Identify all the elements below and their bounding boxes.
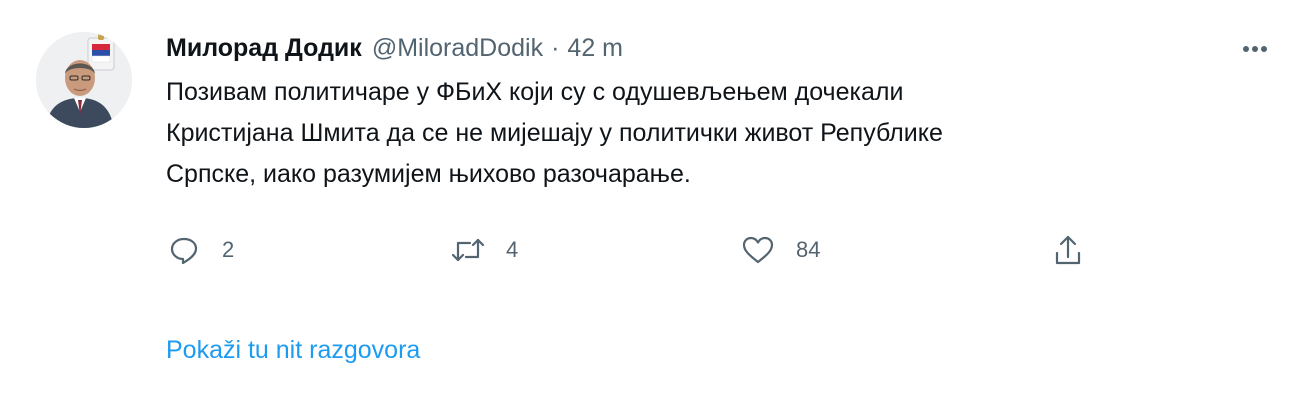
more-icon [1243, 46, 1267, 52]
avatar[interactable] [36, 32, 132, 128]
like-count: 84 [796, 237, 821, 262]
tweet-actions: 2 4 84 [160, 230, 1160, 270]
user-handle[interactable]: @MiloradDodik [372, 34, 543, 63]
retweet-button[interactable]: 4 [450, 230, 518, 270]
like-button[interactable]: 84 [740, 230, 820, 270]
more-options-button[interactable] [1238, 32, 1272, 66]
tweet-text-line: Позивам политичаре у ФБиХ који су с одуш… [166, 78, 904, 106]
tweet-timestamp[interactable]: 42 m [567, 34, 623, 63]
reply-button[interactable]: 2 [166, 230, 234, 270]
retweet-count: 4 [506, 237, 519, 262]
tweet-text-line: Српске, иако разумијем њихово разочарање… [166, 160, 691, 188]
separator-dot: · [551, 33, 560, 62]
retweet-icon [450, 232, 486, 268]
reply-icon [166, 232, 202, 268]
share-icon [1050, 232, 1086, 268]
show-thread-link[interactable]: Pokaži tu nit razgovora [166, 336, 420, 365]
reply-count: 2 [222, 237, 235, 262]
heart-icon [740, 232, 776, 268]
tweet-header: Милорад Додик @MiloradDodik · 42 m [166, 32, 623, 64]
share-button[interactable] [1050, 230, 1086, 270]
avatar-image [36, 32, 132, 128]
display-name[interactable]: Милорад Додик [166, 34, 362, 63]
tweet-text: Позивам политичаре у ФБиХ који су с одуш… [166, 72, 1246, 195]
tweet: Милорад Додик @MiloradDodik · 42 m Позив… [0, 0, 1312, 400]
tweet-text-line: Кристијана Шмита да се не мијешају у пол… [166, 119, 943, 147]
